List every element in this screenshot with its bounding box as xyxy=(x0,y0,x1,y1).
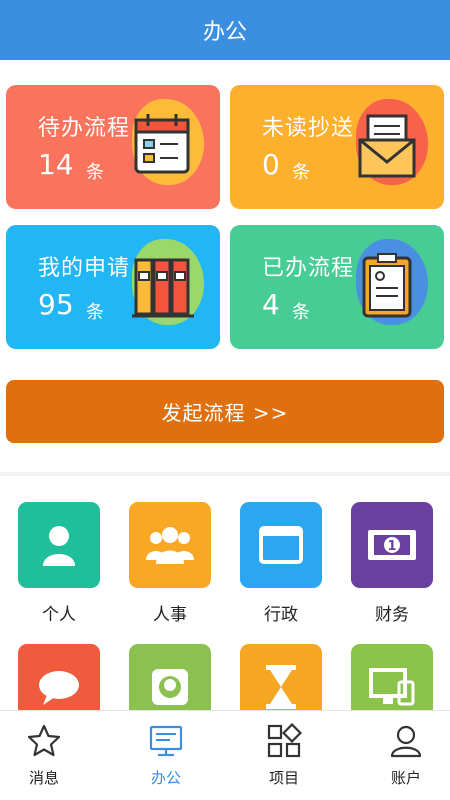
person-icon xyxy=(18,502,100,588)
tab-messages[interactable]: 消息 xyxy=(4,711,84,800)
clipboard-icon xyxy=(362,253,412,318)
card-label: 待办流程 xyxy=(38,116,131,141)
card-my-applications[interactable]: 我的申请 95 条 xyxy=(6,225,220,349)
card-label: 我的申请 xyxy=(38,256,131,281)
module-label: 个人 xyxy=(42,605,76,625)
module-finance[interactable]: 1 财务 xyxy=(351,502,433,625)
card-unread-cc[interactable]: 未读抄送 0 条 xyxy=(230,85,444,209)
card-label: 已办流程 xyxy=(262,256,355,281)
window-icon xyxy=(240,502,322,588)
card-count: 95 xyxy=(38,288,74,321)
tab-label: 办公 xyxy=(150,769,181,787)
tab-projects[interactable]: 项目 xyxy=(244,711,324,800)
tab-account[interactable]: 账户 xyxy=(366,711,446,800)
banknote-icon: 1 xyxy=(351,502,433,588)
calendar-icon xyxy=(134,114,190,174)
page-title: 办公 xyxy=(202,20,247,45)
module-personal[interactable]: 个人 xyxy=(18,502,100,625)
card-unit: 条 xyxy=(86,162,104,183)
card-pending[interactable]: 待办流程 14 条 xyxy=(6,85,220,209)
tab-label: 项目 xyxy=(268,769,299,787)
tab-label: 账户 xyxy=(390,769,421,787)
card-count: 14 xyxy=(38,148,74,181)
card-unit: 条 xyxy=(292,162,310,183)
card-count: 4 xyxy=(262,288,280,321)
tab-office[interactable]: 办公 xyxy=(126,711,206,800)
group-icon xyxy=(129,502,211,588)
desktop-icon xyxy=(149,725,183,757)
launch-process-label: 发起流程 >> xyxy=(161,401,289,425)
module-grid: 个人 人事 行政 1 财务 xyxy=(0,476,450,730)
card-label: 未读抄送 xyxy=(262,116,355,141)
card-completed[interactable]: 已办流程 4 条 xyxy=(230,225,444,349)
mail-icon xyxy=(358,114,416,178)
module-label: 财务 xyxy=(375,605,409,625)
apps-icon xyxy=(267,723,302,758)
tab-label: 消息 xyxy=(28,769,59,787)
summary-section: 待办流程 14 条 未读抄送 0 条 我的申请 95 条 已办流程 4 条 发起… xyxy=(0,60,450,472)
card-count: 0 xyxy=(262,148,280,181)
bottom-tab-bar: 消息 办公 项目 账户 xyxy=(0,710,450,800)
star-icon xyxy=(27,724,61,757)
binders-icon xyxy=(132,258,194,318)
header-bar: 办公 xyxy=(0,0,450,60)
module-label: 人事 xyxy=(153,605,187,625)
user-icon xyxy=(390,725,422,758)
card-unit: 条 xyxy=(292,302,310,323)
module-hr[interactable]: 人事 xyxy=(129,502,211,625)
svg-text:1: 1 xyxy=(387,539,396,554)
module-label: 行政 xyxy=(264,605,298,625)
card-unit: 条 xyxy=(86,302,104,323)
launch-process-button[interactable]: 发起流程 >> xyxy=(6,380,444,443)
module-admin[interactable]: 行政 xyxy=(240,502,322,625)
